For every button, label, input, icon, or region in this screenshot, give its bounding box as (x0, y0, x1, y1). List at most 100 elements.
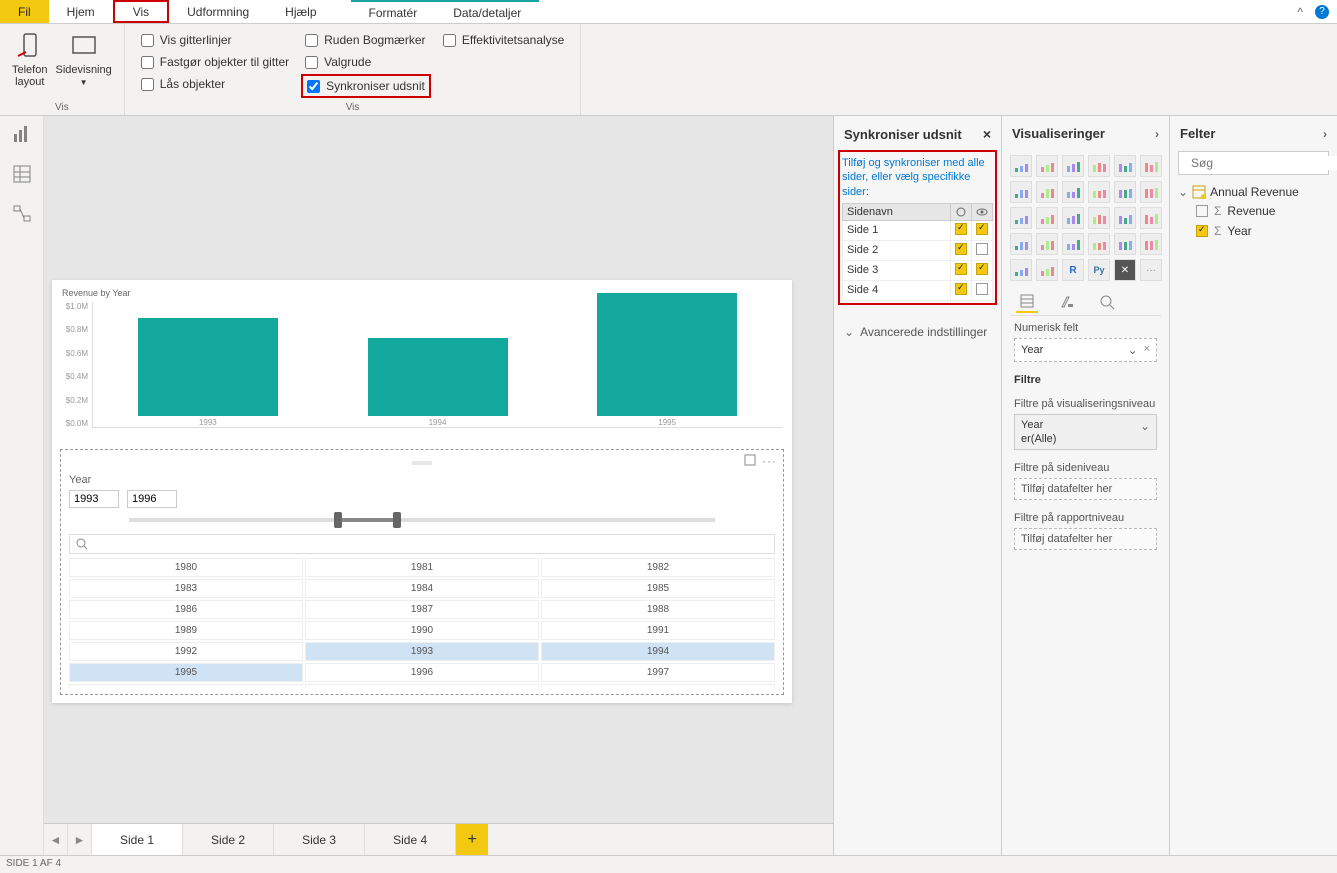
model-view-icon[interactable] (12, 204, 32, 224)
visible-check[interactable] (976, 243, 988, 255)
close-icon[interactable]: × (983, 126, 991, 142)
viz-type-icon[interactable] (1114, 207, 1136, 229)
range-thumb-left[interactable] (334, 512, 342, 528)
viz-type-icon[interactable]: ··· (1140, 259, 1162, 281)
check-sync-slicers[interactable]: Synkroniser udsnit (303, 76, 429, 96)
year-cell[interactable]: 1986 (69, 600, 303, 619)
remove-field-icon[interactable]: × (1144, 343, 1150, 357)
check-lock[interactable]: Lås objekter (137, 74, 293, 94)
year-cell[interactable]: 1997 (541, 663, 775, 682)
year-cell[interactable]: 1990 (305, 621, 539, 640)
tab-help[interactable]: Hjælp (267, 0, 334, 23)
viz-type-icon[interactable] (1140, 233, 1162, 255)
viz-type-icon[interactable] (1036, 259, 1058, 281)
year-cell[interactable]: 1983 (69, 579, 303, 598)
viz-type-icon[interactable] (1088, 233, 1110, 255)
sync-check[interactable] (955, 263, 967, 275)
year-cell[interactable]: 2000 (541, 684, 775, 688)
viz-tab-fields[interactable] (1016, 291, 1038, 313)
viz-type-icon[interactable] (1010, 155, 1032, 177)
fields-pane-header[interactable]: Felter › (1170, 116, 1337, 151)
sync-pane-header[interactable]: Synkroniser udsnit × (834, 116, 1001, 152)
year-cell[interactable]: 1988 (541, 600, 775, 619)
viz-type-icon[interactable] (1114, 233, 1136, 255)
page-tab[interactable]: Side 4 (365, 824, 456, 855)
check-snap[interactable]: Fastgør objekter til gitter (137, 52, 293, 72)
page-view-button[interactable]: Sidevisning▼ (51, 28, 115, 90)
chart-bar[interactable] (138, 318, 278, 416)
visible-check[interactable] (976, 283, 988, 295)
year-cell[interactable]: 1998 (69, 684, 303, 688)
field-checkbox[interactable] (1196, 225, 1208, 237)
sync-check[interactable] (955, 223, 967, 235)
viz-pane-header[interactable]: Visualiseringer › (1002, 116, 1169, 151)
page-tab[interactable]: Side 2 (183, 824, 274, 855)
focus-mode-icon[interactable] (744, 454, 756, 468)
viz-type-icon[interactable] (1114, 155, 1136, 177)
year-cell[interactable]: 1999 (305, 684, 539, 688)
sync-check[interactable] (955, 283, 967, 295)
page-nav-next[interactable]: ► (68, 824, 92, 855)
slicer-visual[interactable]: ··· Year 198019811982198319841985 (60, 449, 784, 695)
page-nav-prev[interactable]: ◄ (44, 824, 68, 855)
filter-report-drop[interactable]: Tilføj datafelter her (1014, 528, 1157, 550)
year-cell[interactable]: 1985 (541, 579, 775, 598)
viz-type-icon[interactable] (1088, 181, 1110, 203)
collapse-ribbon-icon[interactable]: ^ (1297, 5, 1303, 19)
check-perf[interactable]: Effektivitetsanalyse (439, 30, 569, 50)
viz-type-icon[interactable] (1036, 181, 1058, 203)
viz-type-icon[interactable] (1062, 233, 1084, 255)
fields-search[interactable] (1178, 151, 1329, 175)
viz-type-icon[interactable] (1010, 259, 1032, 281)
tab-home[interactable]: Hjem (49, 0, 113, 23)
field-checkbox[interactable] (1196, 205, 1208, 217)
report-view-icon[interactable] (12, 124, 32, 144)
year-cell[interactable]: 1996 (305, 663, 539, 682)
slicer-from-input[interactable] (69, 490, 119, 508)
field-year[interactable]: ΣYear (1178, 221, 1329, 241)
filter-page-drop[interactable]: Tilføj datafelter her (1014, 478, 1157, 500)
field-well-year[interactable]: Year ⌄× (1014, 338, 1157, 362)
chart-bar[interactable] (368, 338, 508, 416)
range-thumb-right[interactable] (393, 512, 401, 528)
viz-type-icon[interactable] (1036, 233, 1058, 255)
tab-file[interactable]: Fil (0, 0, 49, 23)
viz-type-icon[interactable] (1062, 181, 1084, 203)
year-cell[interactable]: 1992 (69, 642, 303, 661)
drag-grip-icon[interactable] (412, 461, 432, 465)
slicer-to-input[interactable] (127, 490, 177, 508)
filter-visual-year[interactable]: Year⌄ er(Alle) (1014, 414, 1157, 450)
year-cell[interactable]: 1984 (305, 579, 539, 598)
viz-type-icon[interactable] (1088, 155, 1110, 177)
table-annual-revenue[interactable]: ⌄ Annual Revenue (1178, 183, 1329, 201)
year-cell[interactable]: 1981 (305, 558, 539, 577)
viz-type-icon[interactable] (1088, 207, 1110, 229)
viz-type-icon[interactable]: R (1062, 259, 1084, 281)
tab-format[interactable]: Formatér (351, 0, 436, 23)
year-cell[interactable]: 1991 (541, 621, 775, 640)
chevron-down-icon[interactable]: ⌄ (1140, 419, 1150, 433)
data-view-icon[interactable] (12, 164, 32, 184)
viz-type-icon[interactable] (1114, 181, 1136, 203)
tab-data[interactable]: Data/detaljer (435, 0, 539, 23)
more-options-icon[interactable]: ··· (762, 454, 777, 468)
page-tab[interactable]: Side 1 (92, 824, 183, 855)
check-bookmarks[interactable]: Ruden Bogmærker (301, 30, 431, 50)
tab-modeling[interactable]: Udformning (169, 0, 267, 23)
viz-type-icon[interactable]: ✕ (1114, 259, 1136, 281)
viz-type-icon[interactable] (1010, 207, 1032, 229)
chevron-down-icon[interactable]: ⌄ (1128, 343, 1138, 357)
year-cell[interactable]: 1989 (69, 621, 303, 640)
advanced-settings-toggle[interactable]: ⌄ Avancerede indstillinger (834, 319, 1001, 345)
viz-type-icon[interactable] (1036, 155, 1058, 177)
check-gridlines[interactable]: Vis gitterlinjer (137, 30, 293, 50)
check-selection[interactable]: Valgrude (301, 52, 431, 72)
add-page-button[interactable]: + (456, 824, 488, 855)
report-canvas[interactable]: Revenue by Year $1.0M$0.8M$0.6M$0.4M$0.2… (44, 116, 833, 855)
viz-tab-format[interactable] (1056, 291, 1078, 313)
year-cell[interactable]: 1995 (69, 663, 303, 682)
visible-check[interactable] (976, 263, 988, 275)
viz-type-icon[interactable] (1036, 207, 1058, 229)
viz-tab-analytics[interactable] (1096, 291, 1118, 313)
slicer-search[interactable] (69, 534, 775, 554)
